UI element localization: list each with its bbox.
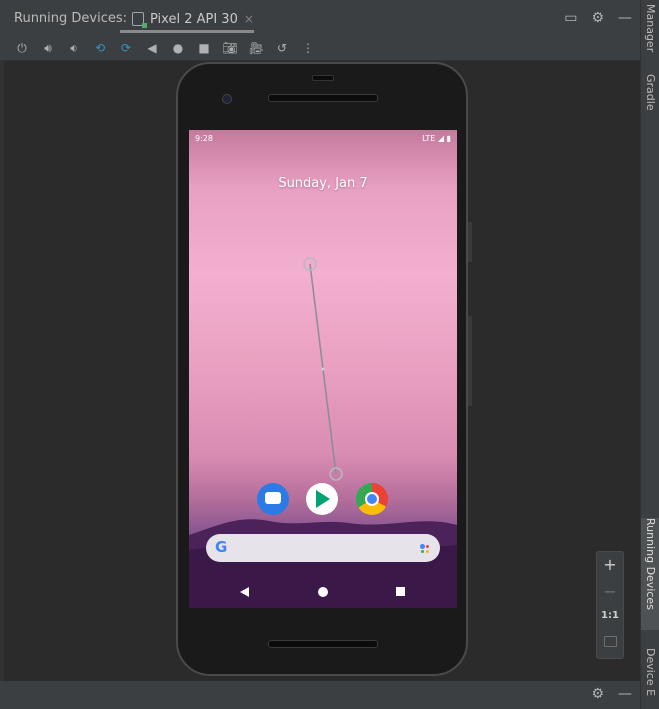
tool-tab-running-devices[interactable]: Running Devices xyxy=(641,518,659,630)
tool-tab-gradle[interactable]: Gradle xyxy=(641,74,659,129)
play-triangle-icon xyxy=(316,490,330,508)
volume-up-icon[interactable]: 🔊︎ xyxy=(40,40,56,56)
maximize-icon[interactable]: ▭ xyxy=(564,9,577,27)
home-icon[interactable]: ● xyxy=(170,40,186,56)
front-camera xyxy=(222,94,232,104)
power-side-button xyxy=(468,316,472,406)
messages-app-icon[interactable] xyxy=(257,483,289,515)
assistant-icon[interactable] xyxy=(420,544,430,554)
back-icon[interactable]: ◀ xyxy=(144,40,160,56)
top-speaker xyxy=(268,94,378,102)
screen-record-icon[interactable]: 🎥︎ xyxy=(248,40,264,56)
device-icon xyxy=(132,12,147,28)
zoom-out-button[interactable]: − xyxy=(597,582,623,601)
status-time: 9:28 xyxy=(195,134,213,143)
rotate-right-icon[interactable]: ⟳ xyxy=(118,40,134,56)
nav-back-icon[interactable] xyxy=(240,587,249,597)
android-nav-bar xyxy=(189,578,457,606)
fit-screen-button[interactable] xyxy=(597,636,623,651)
bottom-gear-icon[interactable]: ⚙ xyxy=(591,685,604,703)
nav-home-icon[interactable] xyxy=(318,587,328,597)
google-logo: G xyxy=(215,538,228,556)
zoom-controls: + − 1:1 xyxy=(596,551,624,659)
bottom-speaker xyxy=(268,640,378,648)
screenshot-icon[interactable]: 📷︎ xyxy=(222,40,238,56)
chrome-app-icon[interactable] xyxy=(356,483,388,515)
left-gutter xyxy=(0,61,4,681)
volume-down-icon[interactable]: 🔉︎ xyxy=(66,40,82,56)
status-icons: LTE ◢ ▮ xyxy=(422,134,451,143)
overview-icon[interactable]: ■ xyxy=(196,40,212,56)
rotate-left-icon[interactable]: ⟲ xyxy=(92,40,108,56)
right-tool-window-strip: Manager Gradle Running Devices Device E xyxy=(640,0,659,709)
tool-tab-device-explorer[interactable]: Device E xyxy=(641,648,659,709)
message-bubble-icon xyxy=(265,492,281,504)
more-icon[interactable]: ⋮ xyxy=(300,40,316,56)
minimize-icon[interactable]: — xyxy=(618,9,632,27)
power-icon[interactable]: ⏻ xyxy=(14,40,30,56)
active-tab-indicator xyxy=(120,30,254,33)
bottom-actions: ⚙ — xyxy=(591,685,632,703)
device-toolbar: ⏻ 🔊︎ 🔉︎ ⟲ ⟳ ◀ ● ■ 📷︎ 🎥︎ ↺ ⋮ xyxy=(0,36,654,61)
snapshot-icon[interactable]: ↺ xyxy=(274,40,290,56)
device-tab[interactable]: Pixel 2 API 30 × xyxy=(124,6,262,32)
device-tab-label: Pixel 2 API 30 xyxy=(150,11,238,27)
panel-title: Running Devices: xyxy=(14,11,128,26)
tool-tab-manager[interactable]: Manager xyxy=(641,0,659,52)
nav-recents-icon[interactable] xyxy=(396,587,405,596)
google-search-bar[interactable]: G xyxy=(206,534,440,562)
play-store-app-icon[interactable] xyxy=(306,483,338,515)
volume-button xyxy=(468,222,472,262)
gear-icon[interactable]: ⚙ xyxy=(591,9,604,27)
earpiece xyxy=(312,75,334,81)
device-screen[interactable]: 9:28 LTE ◢ ▮ Sunday, Jan 7 G xyxy=(189,130,457,608)
header-actions: ▭ ⚙ — xyxy=(564,9,632,27)
bottom-minimize-icon[interactable]: — xyxy=(618,685,632,703)
fit-screen-icon xyxy=(603,636,617,647)
close-tab-icon[interactable]: × xyxy=(244,12,254,26)
zoom-in-button[interactable]: + xyxy=(597,555,623,574)
home-date[interactable]: Sunday, Jan 7 xyxy=(189,176,457,191)
bottom-tool-bar: ⚙ — xyxy=(0,681,640,709)
running-devices-header: Running Devices: Pixel 2 API 30 × ▭ ⚙ — xyxy=(0,0,640,36)
actual-size-button[interactable]: 1:1 xyxy=(597,610,623,621)
